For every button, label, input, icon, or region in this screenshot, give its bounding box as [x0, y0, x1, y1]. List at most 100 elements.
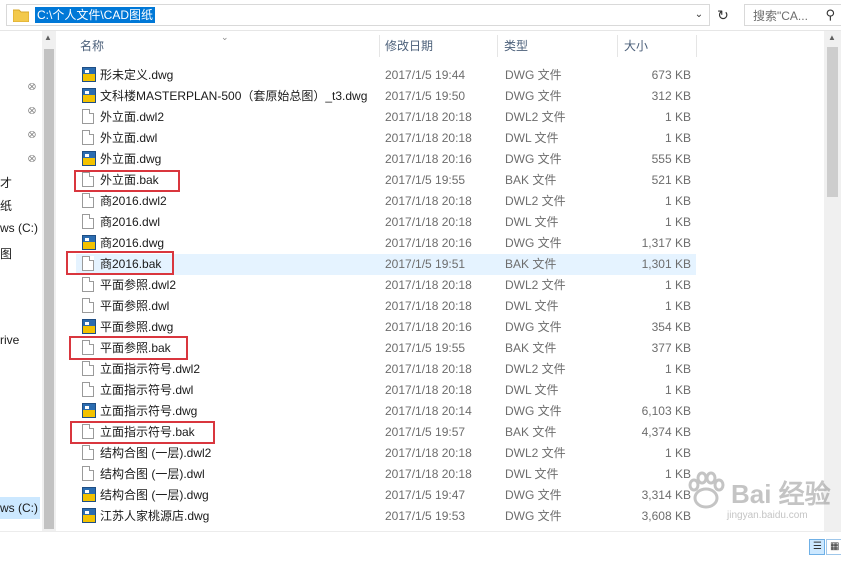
- file-row[interactable]: 文科楼MASTERPLAN-500（套原始总图）_t3.dwg 2017/1/5 …: [76, 86, 696, 107]
- column-name[interactable]: 名称: [74, 31, 374, 61]
- file-row[interactable]: 立面指示符号.dwl 2017/1/18 20:18 DWL 文件 1 KB: [76, 380, 696, 401]
- file-row[interactable]: 结构合图 (一层).dwg 2017/1/5 19:47 DWG 文件 3,314 K…: [76, 485, 696, 506]
- nav-scrollbar[interactable]: ▲: [42, 31, 56, 531]
- file-size: 1 KB: [664, 110, 691, 124]
- blank-file-icon: [82, 445, 96, 461]
- nav-item[interactable]: 才: [0, 174, 12, 191]
- file-type: DWL2 文件: [505, 278, 566, 292]
- chevron-down-icon[interactable]: ⌄: [691, 7, 707, 23]
- scroll-up-icon[interactable]: ▲: [828, 33, 836, 42]
- file-size: 1 KB: [664, 362, 691, 376]
- file-row[interactable]: 立面指示符号.dwg 2017/1/18 20:14 DWG 文件 6,103 KB: [76, 401, 696, 422]
- file-row[interactable]: 立面指示符号.dwl2 2017/1/18 20:18 DWL2 文件 1 KB: [76, 359, 696, 380]
- file-date: 2017/1/18 20:18: [385, 446, 472, 460]
- file-name: 江苏人家桃源店.dwg: [100, 509, 210, 523]
- large-icons-view-icon[interactable]: ▦: [826, 539, 841, 555]
- file-size: 377 KB: [651, 341, 691, 355]
- highlight-box: [66, 251, 174, 275]
- nav-scroll-thumb[interactable]: [44, 49, 54, 529]
- blank-file-icon: [82, 277, 96, 293]
- file-size: 1 KB: [664, 467, 691, 481]
- highlight-box: [69, 336, 188, 360]
- nav-item[interactable]: ws (C:): [0, 501, 38, 515]
- file-type: DWG 文件: [505, 236, 562, 250]
- scroll-up-icon[interactable]: ▲: [44, 33, 52, 42]
- file-name: 外立面.dwl: [100, 131, 158, 145]
- file-type: BAK 文件: [505, 425, 557, 439]
- watermark-url: jingyan.baidu.com: [727, 510, 808, 521]
- file-date: 2017/1/18 20:18: [385, 299, 472, 313]
- file-row[interactable]: 商2016.dwl 2017/1/18 20:18 DWL 文件 1 KB: [76, 212, 696, 233]
- file-size: 6,103 KB: [641, 404, 691, 418]
- folder-icon: [13, 9, 29, 22]
- column-type[interactable]: 类型: [498, 31, 616, 61]
- file-row[interactable]: 外立面.dwg 2017/1/18 20:16 DWG 文件 555 KB: [76, 149, 696, 170]
- file-row[interactable]: 江苏人家桃源店.dwg 2017/1/5 19:53 DWG 文件 3,608 KB: [76, 506, 696, 527]
- file-row[interactable]: 结构合图 (一层).dwl 2017/1/18 20:18 DWL 文件 1 KB: [76, 464, 696, 485]
- file-size: 1,317 KB: [641, 236, 691, 250]
- highlight-box: [74, 170, 180, 192]
- file-name: 结构合图 (一层).dwl2: [100, 446, 212, 460]
- file-size: 354 KB: [651, 320, 691, 334]
- file-date: 2017/1/18 20:18: [385, 383, 472, 397]
- file-name: 结构合图 (一层).dwg: [100, 488, 209, 502]
- file-row[interactable]: 形未定义.dwg 2017/1/5 19:44 DWG 文件 673 KB: [76, 65, 696, 86]
- search-box[interactable]: 搜索"CA... ⚲: [744, 4, 841, 26]
- blank-file-icon: [82, 382, 96, 398]
- search-icon[interactable]: ⚲: [825, 7, 835, 23]
- file-row[interactable]: 平面参照.dwl 2017/1/18 20:18 DWL 文件 1 KB: [76, 296, 696, 317]
- nav-item[interactable]: ws (C:): [0, 221, 38, 235]
- file-type: DWL2 文件: [505, 446, 566, 460]
- file-type: DWG 文件: [505, 89, 562, 103]
- file-list-scrollbar[interactable]: ▲: [824, 31, 841, 531]
- file-row[interactable]: 平面参照.dwg 2017/1/18 20:16 DWG 文件 354 KB: [76, 317, 696, 338]
- file-name: 平面参照.dwl: [100, 299, 170, 313]
- dwg-file-icon: [82, 403, 96, 419]
- file-date: 2017/1/18 20:18: [385, 278, 472, 292]
- nav-item[interactable]: 纸: [0, 197, 12, 214]
- file-date: 2017/1/18 20:18: [385, 194, 472, 208]
- file-row[interactable]: 外立面.dwl2 2017/1/18 20:18 DWL2 文件 1 KB: [76, 107, 696, 128]
- search-placeholder: 搜索"CA...: [753, 9, 808, 23]
- file-date: 2017/1/18 20:18: [385, 131, 472, 145]
- file-name: 形未定义.dwg: [100, 68, 174, 82]
- file-type: DWL 文件: [505, 299, 559, 313]
- file-size: 1 KB: [664, 215, 691, 229]
- dwg-file-icon: [82, 235, 96, 251]
- file-name: 商2016.dwg: [100, 236, 165, 250]
- blank-file-icon: [82, 214, 96, 230]
- address-path[interactable]: C:\个人文件\CAD图纸: [35, 7, 156, 23]
- file-size: 673 KB: [651, 68, 691, 82]
- file-date: 2017/1/5 19:44: [385, 68, 466, 82]
- file-row[interactable]: 外立面.dwl 2017/1/18 20:18 DWL 文件 1 KB: [76, 128, 696, 149]
- pin-icon: ⭙: [28, 82, 36, 93]
- pin-icon: ⭙: [28, 106, 36, 117]
- file-type: DWG 文件: [505, 488, 562, 502]
- file-size: 3,608 KB: [641, 509, 691, 523]
- file-date: 2017/1/18 20:16: [385, 152, 472, 166]
- file-date: 2017/1/5 19:53: [385, 509, 466, 523]
- file-name: 外立面.dwl2: [100, 110, 165, 124]
- file-date: 2017/1/18 20:16: [385, 320, 472, 334]
- file-list-scroll-thumb[interactable]: [827, 47, 838, 197]
- nav-item[interactable]: rive: [0, 333, 19, 347]
- blank-file-icon: [82, 361, 96, 377]
- file-row[interactable]: 结构合图 (一层).dwl2 2017/1/18 20:18 DWL2 文件 1 KB: [76, 443, 696, 464]
- column-date[interactable]: 修改日期: [379, 31, 497, 61]
- file-type: DWG 文件: [505, 320, 562, 334]
- nav-item[interactable]: 图: [0, 245, 12, 262]
- file-date: 2017/1/5 19:47: [385, 488, 466, 502]
- file-row[interactable]: 平面参照.dwl2 2017/1/18 20:18 DWL2 文件 1 KB: [76, 275, 696, 296]
- blank-file-icon: [82, 466, 96, 482]
- file-row[interactable]: 商2016.dwl2 2017/1/18 20:18 DWL2 文件 1 KB: [76, 191, 696, 212]
- column-size[interactable]: 大小: [618, 31, 696, 61]
- column-divider[interactable]: [696, 35, 697, 57]
- details-view-icon[interactable]: ☰: [809, 539, 825, 555]
- file-type: BAK 文件: [505, 257, 557, 271]
- file-name: 立面指示符号.dwg: [100, 404, 198, 418]
- refresh-icon[interactable]: ↻: [713, 4, 733, 26]
- dwg-file-icon: [82, 487, 96, 503]
- address-bar[interactable]: C:\个人文件\CAD图纸 ⌄: [6, 4, 710, 26]
- file-type: DWL2 文件: [505, 110, 566, 124]
- file-size: 1 KB: [664, 299, 691, 313]
